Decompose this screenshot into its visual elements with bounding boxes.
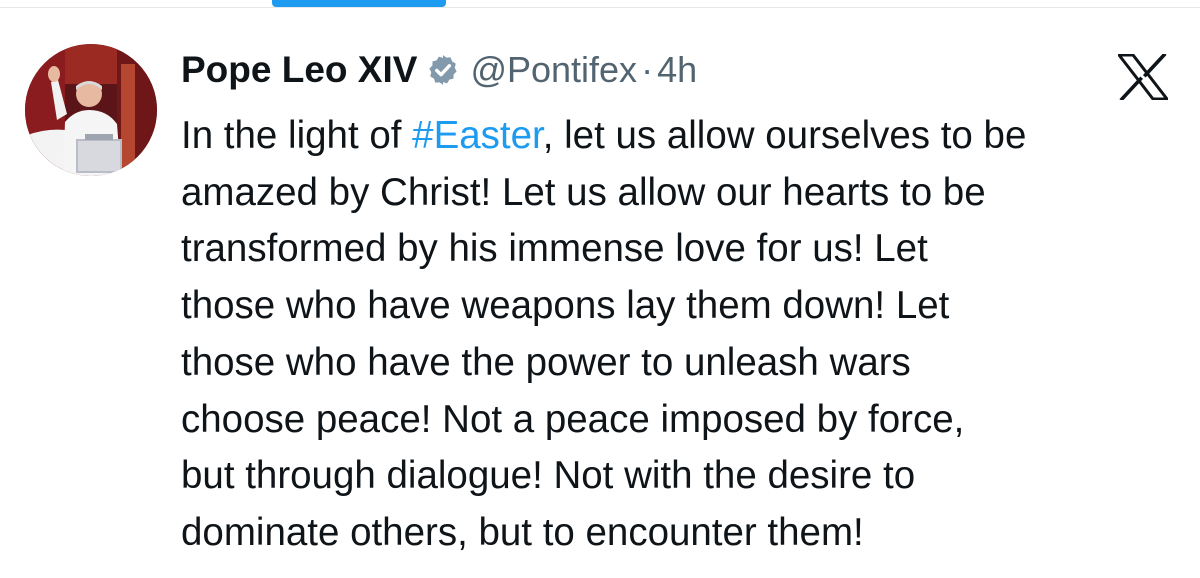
author-name[interactable]: Pope Leo XIV <box>181 49 417 91</box>
tweet-line: choose peace! Not a peace imposed by for… <box>181 397 965 441</box>
tweet[interactable]: Pope Leo XIV @Pontifex · 4h In the light… <box>0 8 1200 578</box>
timestamp-separator: · <box>641 49 654 90</box>
tweet-line: those who have weapons lay them down! Le… <box>181 284 950 328</box>
tweet-line-end: , let us allow ourselves to be <box>542 114 1027 157</box>
tweet-line: amazed by Christ! Let us allow our heart… <box>181 170 986 214</box>
tweet-line: transformed by his immense love for us! … <box>181 227 928 271</box>
active-tab-indicator <box>272 0 446 7</box>
tweet-line: those who have the power to unleash wars <box>181 340 911 384</box>
verified-badge-icon <box>429 55 458 85</box>
tweet-line: In the light of #Easter, let us allow ou… <box>181 108 1181 165</box>
tweet-line: dominate others, but to encounter them! <box>181 510 864 554</box>
tweet-header: Pope Leo XIV @Pontifex · 4h <box>181 44 697 96</box>
timestamp[interactable]: 4h <box>657 49 697 91</box>
tweet-line: but through dialogue! Not with the desir… <box>181 454 916 498</box>
x-logo-icon[interactable] <box>1118 54 1168 100</box>
hashtag-link[interactable]: #Easter <box>412 114 543 157</box>
avatar[interactable] <box>25 44 157 176</box>
tweet-text: In the light of #Easter, let us allow ou… <box>181 108 1181 562</box>
avatar-image <box>25 44 157 176</box>
author-handle[interactable]: @Pontifex <box>470 49 637 91</box>
tweet-line-start: In the light of <box>181 114 413 157</box>
